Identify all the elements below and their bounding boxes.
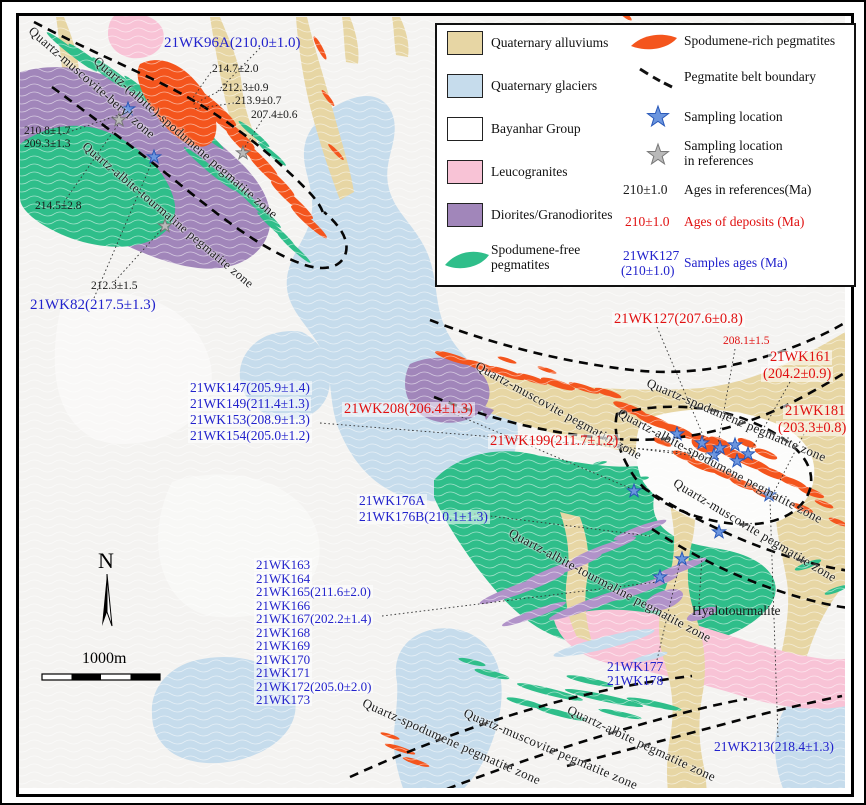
- sample-age-label: 21WK82(217.5±1.3): [30, 298, 156, 313]
- sample-age-label: 21WK167(202.2±1.4): [254, 612, 373, 625]
- sample-age-label: 21WK173: [254, 693, 312, 706]
- sample-age-label: 21WK213(218.4±1.3): [714, 740, 834, 754]
- legend-label: Sampling location: [684, 139, 783, 154]
- legend-key-sample-age: (210±1.0): [621, 264, 675, 279]
- legend-label: Diorites/Granodiorites: [491, 208, 612, 223]
- legend-label: Samples ages (Ma): [684, 256, 787, 271]
- deposit-age-label: (203.3±0.8): [776, 421, 848, 436]
- sample-age-label: 21WK165(211.6±2.0): [254, 585, 373, 598]
- reference-age-label: 210.8±1.7: [24, 126, 71, 138]
- legend-swatch-bayanhar: [447, 117, 483, 141]
- legend-label: Spodumene-free: [491, 243, 580, 258]
- legend-label: Spodumene-rich pegmatites: [684, 34, 835, 49]
- deposit-age-label: 21WK208(206.4±1.3): [342, 402, 475, 417]
- reference-age-label: 214.5±2.8: [35, 201, 82, 213]
- sample-age-label: 21WK169: [254, 639, 312, 652]
- deposit-age-label: 21WK127(207.6±0.8): [612, 312, 745, 327]
- sample-age-label: 21WK153(208.9±1.3): [188, 413, 312, 427]
- legend-label: Leucogranites: [491, 165, 567, 180]
- sample-age-label: 21WK149(211.4±1.3): [188, 397, 311, 411]
- deposit-age-label: 21WK199(211.7±1.2): [488, 434, 620, 449]
- legend-swatch-alluvium: [447, 31, 483, 55]
- legend-label: Sampling location: [684, 110, 783, 125]
- legend-box: Quaternary alluviums Quaternary glaciers…: [435, 23, 856, 287]
- deposit-age-label: (204.2±0.9): [761, 367, 833, 382]
- legend-key-red-age: 210±1.0: [625, 215, 670, 230]
- north-label: N: [98, 548, 114, 574]
- scale-label: 1000m: [82, 650, 126, 668]
- reference-age-label: 214.7±2.0: [212, 64, 259, 76]
- sample-age-label: 21WK176A: [357, 494, 427, 508]
- legend-swatch-diorite: [447, 203, 483, 227]
- sample-age-label: 21WK178: [607, 674, 663, 688]
- sample-age-label: 21WK147(205.9±1.4): [188, 381, 312, 395]
- sample-age-label: 21WK154(205.0±1.2): [188, 429, 312, 443]
- reference-age-label: 212.3±1.5: [91, 281, 138, 293]
- green-lens-icon: [443, 245, 491, 275]
- reference-age-label: 207.4±0.6: [251, 110, 298, 122]
- legend-label: in references: [684, 154, 753, 169]
- legend-label: Quaternary alluviums: [491, 36, 608, 51]
- legend-swatch-leucogranite: [447, 160, 483, 184]
- sample-age-label: 21WK163: [254, 558, 312, 571]
- reference-age-label: 212.3±0.9: [222, 83, 269, 95]
- gray-star-icon: [645, 142, 671, 168]
- legend-label: Quaternary glaciers: [491, 79, 597, 94]
- dashed-boundary-icon: [637, 65, 675, 89]
- reference-age-label: 213.9±0.7: [235, 96, 282, 108]
- legend-label: Bayanhar Group: [491, 122, 581, 137]
- geological-map-figure: N 1000m Quartz-muscovite-beryl zone Quar…: [0, 0, 866, 805]
- sample-age-label: 21WK176B(210.1±1.3): [357, 510, 490, 524]
- unit-label-hyalotourmalite: Hyalotourmalite: [692, 604, 780, 618]
- legend-key-sample-id: 21WK127: [623, 249, 679, 264]
- legend-label: Pegmatite belt boundary: [684, 70, 816, 85]
- sample-age-label: 21WK177: [607, 660, 663, 674]
- blue-star-icon: [645, 104, 671, 130]
- legend-swatch-glacier: [447, 74, 483, 98]
- orange-lens-icon: [629, 30, 679, 54]
- legend-label: Ages in references(Ma): [684, 183, 811, 198]
- sample-age-label: 21WK171: [254, 666, 312, 679]
- deposit-age-label: 21WK161: [768, 350, 832, 365]
- sample-age-label: 21WK96A(210.0±1.0): [164, 36, 301, 51]
- deposit-age-label: 208.1±1.5: [723, 336, 770, 348]
- legend-key-black-age: 210±1.0: [623, 183, 668, 198]
- reference-age-label: 209.3±1.3: [24, 139, 71, 151]
- scale-bar: [42, 674, 160, 680]
- legend-label: pegmatites: [491, 258, 549, 273]
- legend-label: Ages of deposits (Ma): [684, 215, 804, 230]
- deposit-age-label: 21WK181: [783, 404, 847, 419]
